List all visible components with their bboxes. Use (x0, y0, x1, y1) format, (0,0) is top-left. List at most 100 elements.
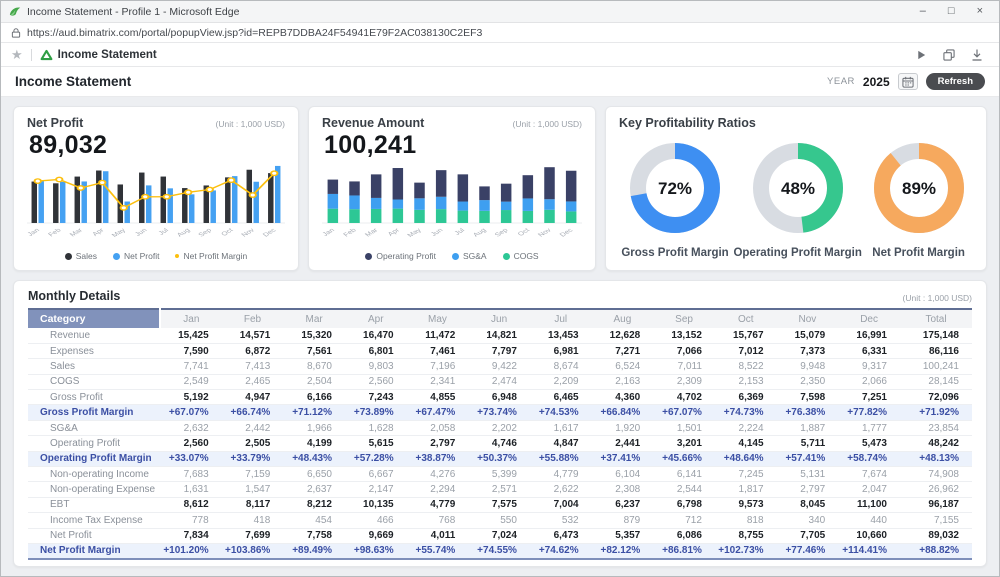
stack-segment-cogs (328, 209, 339, 223)
table-row: Gross Profit Margin+67.07%+66.74%+71.12%… (28, 405, 972, 420)
maximize-button[interactable]: □ (948, 6, 955, 17)
year-value[interactable]: 2025 (863, 75, 890, 89)
month-header-cell: Apr (345, 309, 407, 328)
value-cell: 1,777 (838, 420, 900, 435)
value-cell: 4,779 (407, 497, 469, 512)
value-cell: 7,590 (160, 343, 222, 358)
value-cell: +67.07% (160, 405, 222, 420)
stack-segment-sg-a (544, 199, 555, 210)
value-cell: 6,981 (530, 343, 592, 358)
value-cell: 7,004 (530, 497, 592, 512)
x-tick-label: Jun (430, 227, 445, 237)
refresh-button[interactable]: Refresh (926, 73, 985, 90)
value-cell: 89,032 (900, 528, 972, 543)
row-label-cell: Net Profit Margin (28, 543, 160, 558)
legend-label: Net Profit (124, 251, 159, 261)
favorite-star-icon[interactable]: ★ (11, 48, 23, 61)
page-title: Income Statement (15, 74, 131, 89)
x-tick-label: Aug (472, 227, 488, 238)
revenue-legend: Operating ProfitSG&ACOGS (322, 249, 582, 263)
value-cell: 7,683 (160, 467, 222, 482)
window-title: Income Statement - Profile 1 - Microsoft… (27, 6, 239, 18)
value-cell: 7,373 (777, 343, 839, 358)
legend-label: Operating Profit (376, 251, 436, 261)
margin-line-marker (228, 178, 234, 182)
value-cell: 2,308 (592, 482, 654, 497)
legend-label: COGS (514, 251, 539, 261)
month-header-cell: Jan (160, 309, 222, 328)
value-cell: 532 (530, 513, 592, 528)
month-header-cell: Mar (283, 309, 345, 328)
value-cell: 4,746 (468, 436, 530, 451)
value-cell: 11,472 (407, 328, 469, 343)
value-cell: +76.38% (777, 405, 839, 420)
url-text[interactable]: https://aud.bimatrix.com/portal/popupVie… (27, 27, 482, 39)
stack-segment-cogs (414, 210, 425, 223)
bar-net-profit (167, 188, 172, 223)
stack-segment-operating-profit (328, 180, 339, 194)
value-cell: 2,047 (838, 482, 900, 497)
value-cell: 2,474 (468, 374, 530, 389)
value-cell: 5,399 (468, 467, 530, 482)
value-cell: 8,670 (283, 359, 345, 374)
donut-percent-value: 48% (781, 179, 815, 198)
value-cell: 1,966 (283, 420, 345, 435)
download-icon[interactable] (971, 49, 983, 61)
stack-segment-operating-profit (436, 170, 447, 197)
value-cell: 13,453 (530, 328, 592, 343)
value-cell: 6,166 (283, 390, 345, 405)
x-tick-label: Jul (157, 227, 170, 236)
revenue-unit: (Unit : 1,000 USD) (513, 119, 582, 129)
duplicate-window-icon[interactable] (943, 49, 955, 61)
monthly-details-title: Monthly Details (28, 289, 120, 303)
value-cell: +74.73% (715, 405, 777, 420)
play-icon[interactable] (916, 49, 927, 61)
value-cell: +73.74% (468, 405, 530, 420)
dashboard-content: Net Profit (Unit : 1,000 USD) 89,032 Jan… (1, 97, 999, 576)
value-cell: 2,341 (407, 374, 469, 389)
value-cell: 14,571 (222, 328, 284, 343)
margin-line-marker (121, 206, 127, 210)
value-cell: 2,797 (407, 436, 469, 451)
value-cell: 5,615 (345, 436, 407, 451)
value-cell: 7,011 (653, 359, 715, 374)
value-cell: 6,473 (530, 528, 592, 543)
stack-segment-operating-profit (544, 167, 555, 199)
value-cell: 2,560 (160, 436, 222, 451)
close-button[interactable]: × (977, 6, 983, 17)
calendar-button[interactable] (898, 73, 918, 90)
value-cell: +71.12% (283, 405, 345, 420)
legend-label: Net Profit Margin (183, 251, 247, 261)
app-logo-recycle-icon (40, 49, 53, 61)
stack-segment-cogs (523, 211, 534, 223)
value-cell: 5,131 (777, 467, 839, 482)
row-label-cell: Operating Profit (28, 436, 160, 451)
legend-dot-icon (113, 253, 120, 260)
legend-item: Net Profit Margin (175, 251, 247, 261)
value-cell: 14,821 (468, 328, 530, 343)
value-cell: 1,547 (222, 482, 284, 497)
value-cell: 2,505 (222, 436, 284, 451)
row-label-cell: Gross Profit Margin (28, 405, 160, 420)
value-cell: 6,667 (345, 467, 407, 482)
value-cell: +50.37% (468, 451, 530, 466)
value-cell: 1,817 (715, 482, 777, 497)
margin-line-marker (99, 180, 105, 184)
value-cell: +67.47% (407, 405, 469, 420)
value-cell: 48,242 (900, 436, 972, 451)
margin-line-marker (78, 186, 84, 190)
donut-svg: 72% (623, 136, 727, 240)
value-cell: 4,276 (407, 467, 469, 482)
value-cell: 768 (407, 513, 469, 528)
legend-item: COGS (503, 251, 539, 261)
month-header-cell: Sep (653, 309, 715, 328)
value-cell: +57.28% (345, 451, 407, 466)
value-cell: +89.49% (283, 543, 345, 558)
net-profit-chart: JanFebMarAprMayJunJulAugSepOctNovDec (27, 160, 285, 249)
value-cell: 7,797 (468, 343, 530, 358)
minimize-button[interactable]: – (920, 6, 926, 17)
donut-label: Net Profit Margin (872, 247, 965, 259)
x-tick-label: Oct (517, 227, 532, 237)
value-cell: +88.82% (900, 543, 972, 558)
margin-line (38, 173, 275, 208)
